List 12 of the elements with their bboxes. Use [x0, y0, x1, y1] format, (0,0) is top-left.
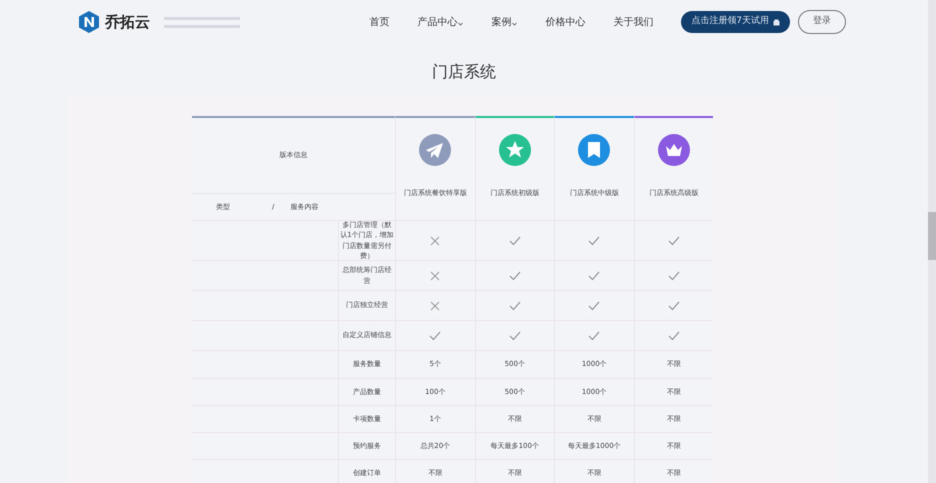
- nav-link[interactable]: 案例: [491, 14, 512, 30]
- brand-name[interactable]: 乔拓云: [105, 10, 150, 34]
- trial-button[interactable]: 点击注册领7天试用: [681, 11, 790, 33]
- page-title: 门店系统: [431, 61, 497, 83]
- login-button[interactable]: 登录: [798, 10, 846, 34]
- nav-link[interactable]: 关于我们: [613, 14, 654, 30]
- scrollbar[interactable]: [928, 0, 936, 483]
- logo-icon[interactable]: [78, 10, 100, 34]
- nav-link[interactable]: 首页: [369, 14, 390, 30]
- nav-link[interactable]: 价格中心: [545, 14, 586, 30]
- scrollbar-thumb[interactable]: [928, 212, 936, 260]
- nav-link[interactable]: 产品中心: [417, 14, 458, 30]
